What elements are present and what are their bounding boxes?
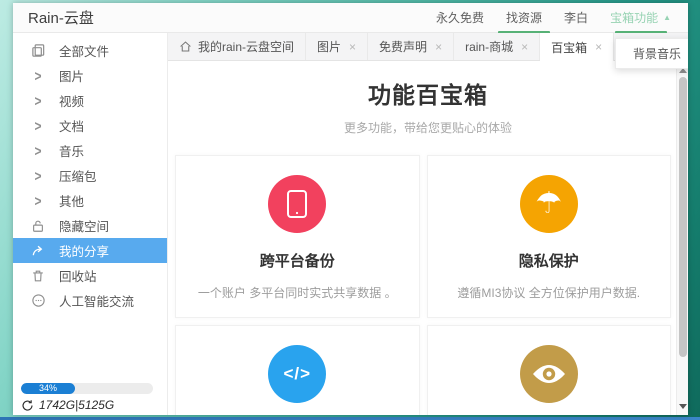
header-nav: 永久免费 找资源 李白 宝箱功能 ▲ <box>425 3 682 32</box>
tab-pictures[interactable]: 图片 × <box>306 33 368 60</box>
tab-home-space[interactable]: 我的rain-云盘空间 <box>168 33 306 60</box>
close-icon[interactable]: × <box>349 40 356 54</box>
card-desc: 遵循MI3协议 全方位保护用户数据. <box>428 284 671 301</box>
sidebar-item-ai-chat[interactable]: 人工智能交流 <box>13 288 167 313</box>
sidebar-item-videos[interactable]: > 视频 <box>13 88 167 113</box>
home-icon <box>179 40 192 53</box>
tab-bar: 我的rain-云盘空间 图片 × 免费声明 × rain-商城 × <box>168 33 688 61</box>
sidebar-item-pictures[interactable]: > 图片 <box>13 63 167 88</box>
close-icon[interactable]: × <box>595 40 602 54</box>
card-title: 隐私保护 <box>428 250 671 271</box>
sidebar-item-documents[interactable]: > 文档 <box>13 113 167 138</box>
chevron-right-icon: > <box>30 67 46 85</box>
page-subtitle: 更多功能，带给您更贴心的体验 <box>168 119 688 136</box>
vertical-scrollbar[interactable] <box>676 61 688 415</box>
app-window: Rain-云盘 永久免费 找资源 李白 宝箱功能 ▲ <box>13 3 688 415</box>
storage-capacity: 1742G|5125G <box>39 398 114 412</box>
chevron-right-icon: > <box>30 142 46 160</box>
chevron-right-icon: > <box>30 192 46 210</box>
storage-progress-fill: 34% <box>21 383 75 394</box>
card-cross-platform-backup[interactable]: 跨平台备份 一个账户 多平台同时实式共享数据 。 <box>175 155 420 318</box>
storage-panel: 34% 1742G|5125G <box>21 383 153 412</box>
files-icon <box>30 43 46 58</box>
menu-item-background-music[interactable]: 背景音乐 <box>615 38 688 69</box>
sidebar-item-archives[interactable]: > 压缩包 <box>13 163 167 188</box>
close-icon[interactable]: × <box>521 40 528 54</box>
sidebar-item-my-shares[interactable]: 我的分享 <box>13 238 167 263</box>
chevron-up-icon: ▲ <box>663 13 671 22</box>
card-plugin-support[interactable]: </> 支持插件 <box>175 325 420 415</box>
sidebar-item-recycle-bin[interactable]: 回收站 <box>13 263 167 288</box>
sync-icon <box>21 399 34 412</box>
tab-treasure-box[interactable]: 百宝箱 × <box>540 33 614 61</box>
umbrella-icon: ☂ <box>520 175 578 233</box>
nav-item-free-forever[interactable]: 永久免费 <box>425 3 495 32</box>
nav-item-username[interactable]: 李白 <box>553 3 599 32</box>
lock-icon <box>30 219 46 233</box>
page-title: 功能百宝箱 <box>168 76 688 110</box>
nav-item-find-resources[interactable]: 找资源 <box>495 3 553 32</box>
sidebar-item-music[interactable]: > 音乐 <box>13 138 167 163</box>
chevron-right-icon: > <box>30 92 46 110</box>
sidebar-item-hidden-space[interactable]: 隐藏空间 <box>13 213 167 238</box>
treasure-box-page: 功能百宝箱 更多功能，带给您更贴心的体验 跨平台备份 一个账户 多平台 <box>168 61 688 415</box>
card-privacy-protection[interactable]: ☂ 隐私保护 遵循MI3协议 全方位保护用户数据. <box>427 155 672 318</box>
feature-cards: 跨平台备份 一个账户 多平台同时实式共享数据 。 ☂ 隐私保护 遵循MI3协议 … <box>175 155 671 415</box>
eye-icon <box>520 345 578 403</box>
desktop: Rain-云盘 永久免费 找资源 李白 宝箱功能 ▲ <box>0 0 700 420</box>
code-icon: </> <box>268 345 326 403</box>
card-title: 跨平台备份 <box>176 250 419 271</box>
tab-free-statement[interactable]: 免费声明 × <box>368 33 454 60</box>
nav-item-treasure-menu[interactable]: 宝箱功能 ▲ <box>599 3 682 32</box>
app-title: Rain-云盘 <box>28 7 94 28</box>
tablet-icon <box>268 175 326 233</box>
storage-progressbar: 34% <box>21 383 153 394</box>
card-access-trace-view[interactable]: 访问痕迹查看 <box>427 325 672 415</box>
chat-icon <box>30 293 46 308</box>
trash-icon <box>30 269 46 283</box>
share-icon <box>30 243 46 258</box>
main-area: 我的rain-云盘空间 图片 × 免费声明 × rain-商城 × <box>168 33 688 415</box>
sidebar: 全部文件 > 图片 > 视频 > 文档 > 音乐 <box>13 33 168 415</box>
close-icon[interactable]: × <box>435 40 442 54</box>
tab-rain-mall[interactable]: rain-商城 × <box>454 33 540 60</box>
scroll-down-icon[interactable] <box>679 404 687 409</box>
scrollbar-thumb[interactable] <box>679 77 687 357</box>
window-header: Rain-云盘 永久免费 找资源 李白 宝箱功能 ▲ <box>13 3 688 33</box>
sidebar-item-others[interactable]: > 其他 <box>13 188 167 213</box>
chevron-right-icon: > <box>30 117 46 135</box>
card-desc: 一个账户 多平台同时实式共享数据 。 <box>176 284 419 301</box>
chevron-right-icon: > <box>30 167 46 185</box>
sidebar-item-all-files[interactable]: 全部文件 <box>13 38 167 63</box>
